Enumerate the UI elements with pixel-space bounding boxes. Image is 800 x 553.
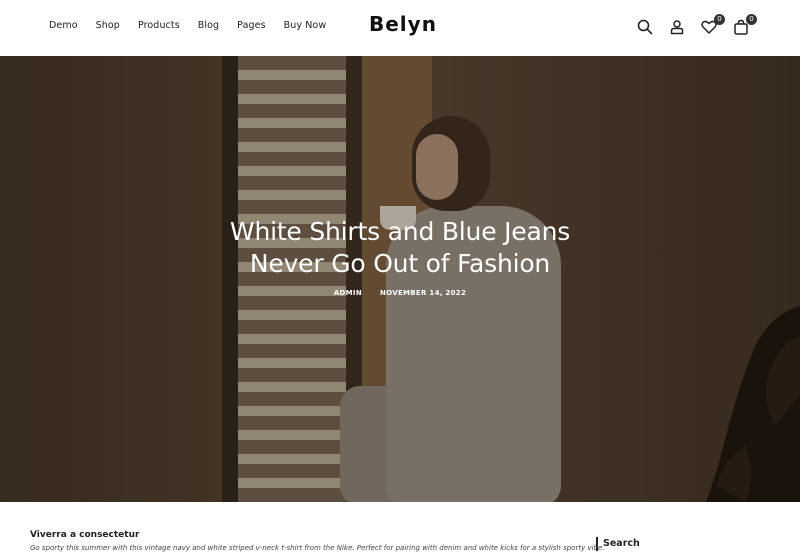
sidebar-search-title: Search — [596, 537, 640, 551]
header-actions: 0 0 — [636, 14, 757, 36]
post-date[interactable]: NOVEMBER 14, 2022 — [380, 289, 466, 297]
site-logo[interactable]: Belyn — [369, 12, 437, 36]
post-excerpt: Go sporty this summer with this vintage … — [30, 544, 605, 552]
nav-item-buy-now[interactable]: Buy Now — [284, 20, 327, 31]
nav-item-demo[interactable]: Demo — [49, 20, 78, 31]
post-title[interactable]: Viverra a consectetur — [30, 530, 139, 540]
hero-title-line-1[interactable]: White Shirts and Blue Jeans — [200, 216, 600, 248]
post-author[interactable]: ADMIN — [334, 289, 362, 297]
user-icon[interactable] — [668, 18, 686, 36]
hero-banner[interactable]: White Shirts and Blue Jeans Never Go Out… — [0, 56, 800, 502]
wishlist-count-badge: 0 — [714, 14, 725, 25]
site-header: Demo Shop Products Blog Pages Buy Now Be… — [0, 0, 800, 56]
page-content: Viverra a consectetur Go sporty this sum… — [0, 502, 800, 553]
nav-item-products[interactable]: Products — [138, 20, 180, 31]
hero-title-line-2[interactable]: Never Go Out of Fashion — [200, 248, 600, 280]
search-icon[interactable] — [636, 18, 654, 36]
nav-item-blog[interactable]: Blog — [198, 20, 219, 31]
cart-count-badge: 0 — [746, 14, 757, 25]
hero-title[interactable]: White Shirts and Blue Jeans Never Go Out… — [200, 216, 600, 280]
main-nav: Demo Shop Products Blog Pages Buy Now — [49, 20, 344, 31]
nav-item-shop[interactable]: Shop — [96, 20, 120, 31]
wishlist-heart-icon[interactable]: 0 — [700, 14, 725, 36]
hero-meta: ADMIN NOVEMBER 14, 2022 — [300, 289, 500, 297]
nav-item-pages[interactable]: Pages — [237, 20, 265, 31]
cart-icon[interactable]: 0 — [732, 14, 757, 36]
